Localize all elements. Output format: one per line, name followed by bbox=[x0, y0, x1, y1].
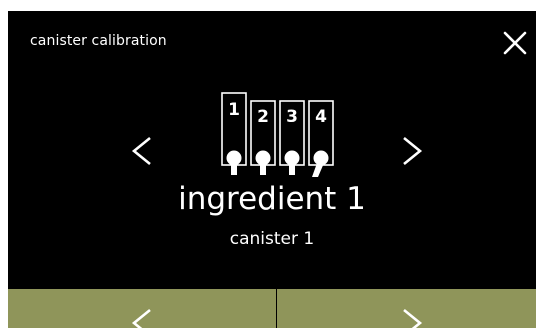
canister-4[interactable]: 4 bbox=[308, 100, 334, 177]
canister-3[interactable]: 3 bbox=[279, 100, 305, 175]
close-button[interactable] bbox=[502, 30, 528, 56]
canister-label: canister 1 bbox=[229, 229, 315, 249]
canister-diagram: 1 2 3 4 bbox=[220, 91, 338, 191]
canister-2[interactable]: 2 bbox=[250, 100, 276, 175]
next-canister-button[interactable] bbox=[400, 135, 424, 167]
footer-previous-button[interactable] bbox=[8, 289, 276, 328]
page-title: canister calibration bbox=[30, 33, 167, 49]
canister-number: 3 bbox=[286, 107, 298, 127]
chevron-right-icon bbox=[403, 308, 423, 328]
footer-next-button[interactable] bbox=[277, 289, 536, 328]
chevron-right-icon bbox=[403, 136, 423, 166]
chevron-left-icon bbox=[131, 136, 151, 166]
canister-number: 1 bbox=[228, 100, 240, 120]
chevron-left-icon bbox=[131, 308, 151, 328]
calibration-screen: canister calibration 1 2 3 4 ingredient … bbox=[8, 11, 536, 328]
close-icon bbox=[503, 31, 527, 55]
canister-1[interactable]: 1 bbox=[221, 92, 247, 175]
canister-number: 2 bbox=[257, 107, 269, 127]
previous-canister-button[interactable] bbox=[130, 135, 154, 167]
canister-number: 4 bbox=[315, 107, 327, 127]
footer-bar bbox=[8, 289, 536, 328]
ingredient-label: ingredient 1 bbox=[178, 181, 366, 217]
